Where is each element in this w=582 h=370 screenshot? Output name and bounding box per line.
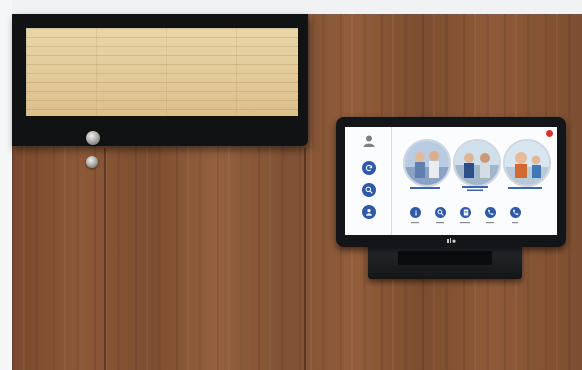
stand-slot xyxy=(398,251,492,265)
action-caption xyxy=(505,221,525,225)
user-icon[interactable] xyxy=(362,205,376,219)
card-caption xyxy=(400,186,450,191)
phone-icon[interactable] xyxy=(510,207,521,218)
tablet-screen xyxy=(345,127,557,235)
action-caption xyxy=(430,221,450,225)
panel-seam xyxy=(304,148,306,370)
document-icon[interactable] xyxy=(460,207,471,218)
search-icon[interactable] xyxy=(435,207,446,218)
card-caption xyxy=(500,186,550,191)
photo-scene xyxy=(0,0,582,370)
refresh-icon[interactable] xyxy=(362,161,376,175)
elo-logo-icon xyxy=(447,238,456,244)
card-people-photo[interactable] xyxy=(503,139,551,187)
action-caption xyxy=(480,221,500,225)
person-icon xyxy=(362,133,376,147)
card-people-photo[interactable] xyxy=(403,139,451,187)
panel-seam xyxy=(104,148,106,370)
action-caption xyxy=(455,221,475,225)
card-people-photo[interactable] xyxy=(453,139,501,187)
phone-icon[interactable] xyxy=(485,207,496,218)
page-top-margin xyxy=(0,0,582,14)
cabinet-knob-icon xyxy=(86,131,100,145)
page-left-margin xyxy=(0,0,12,370)
action-caption xyxy=(405,221,425,225)
close-icon[interactable] xyxy=(546,130,553,137)
touchscreen-tablet xyxy=(336,117,566,247)
info-icon[interactable] xyxy=(410,207,421,218)
large-wall-display xyxy=(12,14,308,146)
search-icon[interactable] xyxy=(362,183,376,197)
tablet-sidebar xyxy=(345,127,392,235)
card-caption xyxy=(450,186,500,193)
large-display-screen xyxy=(26,28,298,116)
cabinet-knob-icon xyxy=(86,156,98,168)
tablet-stand xyxy=(368,243,522,279)
